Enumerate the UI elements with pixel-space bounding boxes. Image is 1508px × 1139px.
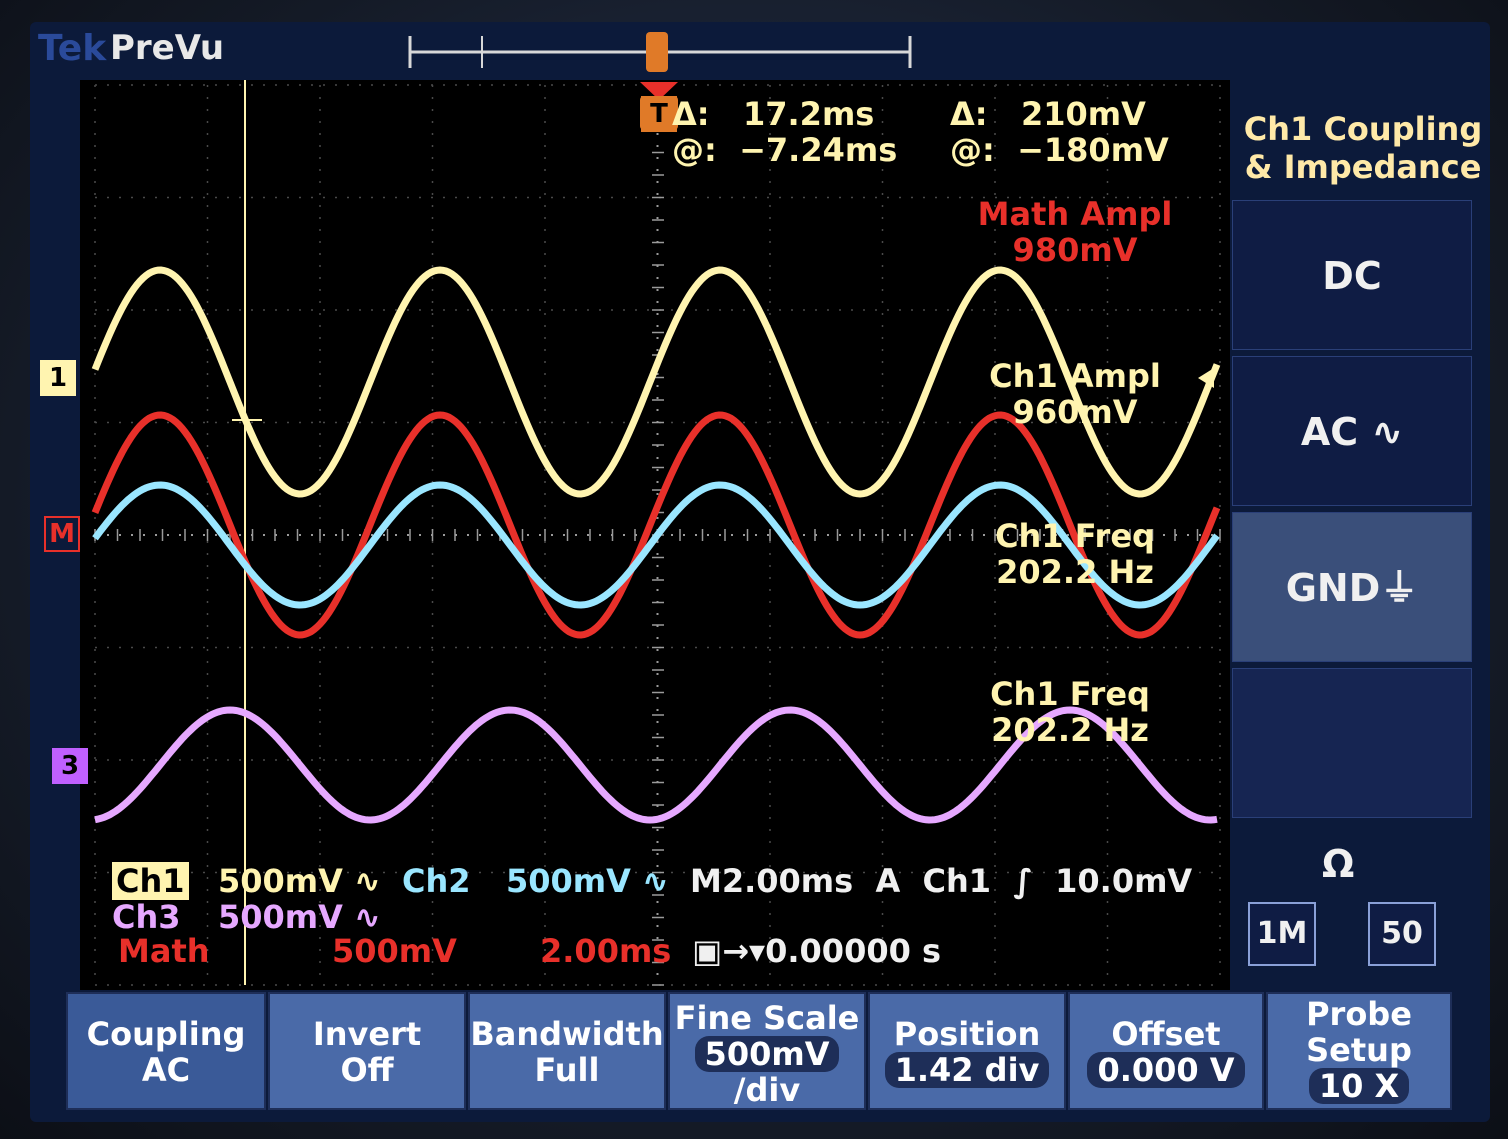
measurement-label: Ch1 Freq	[995, 517, 1155, 555]
bottom-button-value: 1.42 div	[884, 1052, 1050, 1088]
bottom-button-unit: /div	[733, 1071, 801, 1109]
trigger-delay-readout: ▣→▾0.00000 s	[692, 932, 941, 970]
cursor-at-time: @: −7.24ms	[672, 131, 898, 169]
trigger-delay-icon: ▣→▾	[692, 932, 766, 970]
ch2-scale: 500mV ∿	[506, 862, 669, 900]
bottom-button-value: 0.000 V	[1087, 1052, 1245, 1088]
timebase-trigger-readout: M2.00ms A Ch1 ∫ 10.0mV	[690, 862, 1193, 900]
measurement-label: Math Ampl	[977, 195, 1173, 233]
impedance-50-button[interactable]: 50	[1368, 902, 1436, 966]
math-label[interactable]: Math	[118, 932, 210, 970]
impedance-1m-button[interactable]: 1M	[1248, 902, 1316, 966]
bottom-button-label: Coupling	[86, 1015, 246, 1053]
math-timebase: 2.00ms	[540, 932, 672, 970]
ch1-ground-marker[interactable]: 1	[40, 360, 76, 396]
cursor-at-volt: @: −180mV	[950, 131, 1169, 169]
ch3-scale: 500mV ∿	[218, 898, 381, 936]
bottom-button-probe-setup[interactable]: Probe Setup 10 X	[1266, 992, 1452, 1110]
measurement-label: Ch1 Freq	[990, 675, 1150, 713]
bottom-button-label: Offset	[1111, 1015, 1221, 1053]
impedance-ohm-icon: Ω	[1322, 842, 1355, 886]
bottom-button-label: Fine Scale	[674, 999, 860, 1037]
math-ground-marker[interactable]: M	[44, 516, 80, 552]
bottom-button-offset[interactable]: Offset 0.000 V	[1068, 992, 1264, 1110]
coupling-dc-button[interactable]: DC	[1232, 200, 1472, 350]
side-menu-title-line2: & Impedance	[1244, 148, 1482, 186]
cursor-delta-time: Δ: 17.2ms	[672, 95, 875, 133]
bottom-button-invert[interactable]: Invert Off	[268, 992, 466, 1110]
bottom-button-label: Invert	[312, 1015, 422, 1053]
bottom-button-fine-scale[interactable]: Fine Scale 500mV /div	[668, 992, 866, 1110]
bottom-button-value: 10 X	[1308, 1068, 1410, 1104]
bottom-button-label: Probe Setup	[1306, 995, 1412, 1069]
ch1-scale: 500mV ∿	[218, 862, 381, 900]
measurement-value: 980mV	[1012, 231, 1138, 269]
side-menu-title-line1: Ch1 Coupling	[1243, 110, 1483, 148]
ch2-label[interactable]: Ch2	[402, 862, 471, 900]
ch3-ground-marker[interactable]: 3	[52, 748, 88, 784]
bottom-button-label: Position	[893, 1015, 1041, 1053]
bottom-button-value: Off	[340, 1051, 394, 1089]
ch3-label[interactable]: Ch3	[112, 898, 181, 936]
measurement-value: 202.2 Hz	[996, 553, 1154, 591]
bottom-button-bandwidth[interactable]: Bandwidth Full	[468, 992, 666, 1110]
measurement-value: 960mV	[1012, 393, 1138, 431]
ch1-label[interactable]: Ch1	[112, 862, 189, 900]
bottom-button-value: 500mV	[694, 1036, 840, 1072]
math-scale: 500mV	[332, 932, 457, 970]
bottom-button-value: Full	[534, 1051, 600, 1089]
measurement-label: Ch1 Ampl	[989, 357, 1161, 395]
side-menu-empty-slot	[1232, 668, 1472, 818]
bottom-button-position[interactable]: Position 1.42 div	[868, 992, 1066, 1110]
trigger-delay-value: 0.00000 s	[765, 932, 942, 970]
side-menu-title: Ch1 Coupling & Impedance	[1238, 110, 1488, 186]
bottom-button-label: Bandwidth	[470, 1015, 664, 1053]
cursor-delta-volt: Δ: 210mV	[950, 95, 1146, 133]
coupling-gnd-button[interactable]: GND⏚	[1232, 512, 1472, 662]
coupling-ac-button[interactable]: AC ∿	[1232, 356, 1472, 506]
bottom-button-value: AC	[141, 1051, 191, 1089]
measurement-value: 202.2 Hz	[991, 711, 1149, 749]
record-view-bar	[408, 32, 912, 72]
bottom-button-coupling[interactable]: Coupling AC	[66, 992, 266, 1110]
